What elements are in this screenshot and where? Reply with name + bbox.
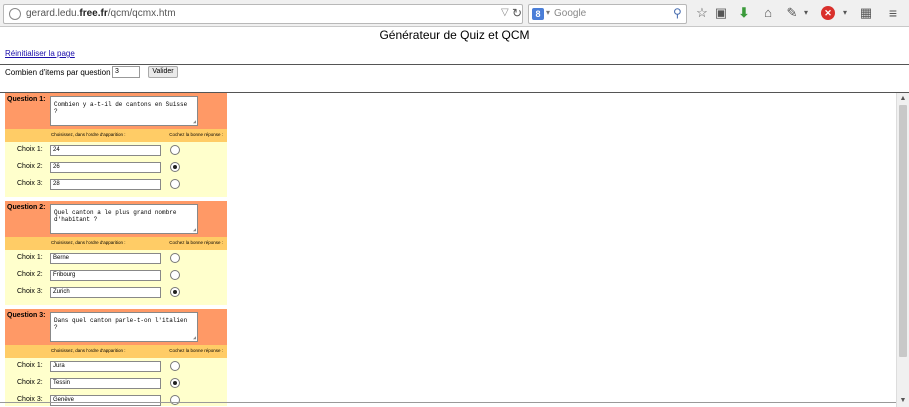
question-header: Question 2: Quel canton a le plus grand … xyxy=(5,201,227,237)
question-textarea[interactable]: Combien y a-t-il de cantons en Suisse ? ◢ xyxy=(50,96,198,126)
question-block: Question 2: Quel canton a le plus grand … xyxy=(5,201,227,305)
correct-answer-radio[interactable] xyxy=(170,361,180,371)
url-dropdown-icon[interactable]: ▽ xyxy=(501,7,509,18)
globe-icon xyxy=(9,8,21,20)
clipboard-icon[interactable]: ▣ xyxy=(713,5,729,21)
question-subheader: Choisissez, dans l'ordre d'apparition : … xyxy=(5,345,227,358)
question-header: Question 3: Dans quel canton parle-t-on … xyxy=(5,309,227,345)
choice-row: Choix 3: Genève xyxy=(5,393,227,406)
choice-label: Choix 2: xyxy=(17,379,43,386)
answer-instruction: Cochez la bonne réponse : xyxy=(169,132,223,137)
correct-answer-radio[interactable] xyxy=(170,145,180,155)
choice-input[interactable]: Jura xyxy=(50,361,161,372)
answer-instruction: Cochez la bonne réponse : xyxy=(169,240,223,245)
browser-toolbar: gerard.ledu.free.fr/qcm/qcmx.htm ▽ ↻ 8 ▾… xyxy=(0,0,909,27)
choice-row: Choix 2: 26 xyxy=(5,160,227,177)
choice-row: Choix 1: Berne xyxy=(5,251,227,268)
url-bar[interactable]: gerard.ledu.free.fr/qcm/qcmx.htm ▽ ↻ xyxy=(3,4,523,24)
correct-answer-radio[interactable] xyxy=(170,179,180,189)
choices-body: Choix 1: Berne Choix 2: Fribourg Choix 3… xyxy=(5,250,227,305)
question-textarea[interactable]: Quel canton a le plus grand nombre d'hab… xyxy=(50,204,198,234)
resize-grip-icon[interactable]: ◢ xyxy=(193,228,196,233)
choice-label: Choix 3: xyxy=(17,288,43,295)
choice-label: Choix 2: xyxy=(17,271,43,278)
question-subheader: Choisissez, dans l'ordre d'apparition : … xyxy=(5,237,227,250)
choice-row: Choix 3: Zurich xyxy=(5,285,227,302)
url-text[interactable]: gerard.ledu.free.fr/qcm/qcmx.htm xyxy=(26,8,176,19)
choice-row: Choix 3: 28 xyxy=(5,177,227,194)
page-title: Générateur de Quiz et QCM xyxy=(379,28,530,42)
correct-answer-radio[interactable] xyxy=(170,162,180,172)
validate-button[interactable]: Valider xyxy=(148,66,178,78)
items-count-label: Combien d'items par question ? xyxy=(5,68,118,77)
question-block: Question 3: Dans quel canton parle-t-on … xyxy=(5,309,227,406)
reset-page-link[interactable]: Réinitialiser la page xyxy=(5,49,75,58)
choice-row: Choix 1: 24 xyxy=(5,143,227,160)
question-subheader: Choisissez, dans l'ordre d'apparition : … xyxy=(5,129,227,142)
home-icon[interactable]: ⌂ xyxy=(760,5,776,21)
divider xyxy=(0,64,909,65)
choices-instruction: Choisissez, dans l'ordre d'apparition : xyxy=(51,132,126,137)
choice-label: Choix 3: xyxy=(17,180,43,187)
blocked-icon[interactable]: ✕ xyxy=(821,6,835,20)
choice-input[interactable]: Tessin xyxy=(50,378,161,389)
choice-input[interactable]: 28 xyxy=(50,179,161,190)
divider xyxy=(0,402,896,403)
reload-icon[interactable]: ↻ xyxy=(512,6,522,20)
scroll-thumb[interactable] xyxy=(899,105,907,357)
choice-row: Choix 2: Fribourg xyxy=(5,268,227,285)
search-input[interactable]: Google xyxy=(554,8,586,19)
choice-label: Choix 2: xyxy=(17,163,43,170)
extension-dropdown-icon[interactable]: ▾ xyxy=(801,5,811,21)
correct-answer-radio[interactable] xyxy=(170,378,180,388)
search-bar[interactable]: 8 ▾ Google ⚲ xyxy=(528,4,687,24)
choice-row: Choix 2: Tessin xyxy=(5,376,227,393)
question-header: Question 1: Combien y a-t-il de cantons … xyxy=(5,93,227,129)
choice-label: Choix 1: xyxy=(17,146,43,153)
choices-instruction: Choisissez, dans l'ordre d'apparition : xyxy=(51,348,126,353)
blocked-dropdown-icon[interactable]: ▾ xyxy=(840,5,850,21)
bookmark-star-icon[interactable]: ☆ xyxy=(694,5,710,21)
download-icon[interactable]: ⬇ xyxy=(736,5,752,21)
extension-icon[interactable]: ✎ xyxy=(784,5,800,21)
question-block: Question 1: Combien y a-t-il de cantons … xyxy=(5,93,227,197)
search-engine-dropdown-icon[interactable]: ▾ xyxy=(546,8,550,17)
choice-label: Choix 1: xyxy=(17,254,43,261)
correct-answer-radio[interactable] xyxy=(170,270,180,280)
question-label: Question 2: xyxy=(7,204,46,211)
question-label: Question 1: xyxy=(7,96,46,103)
answer-instruction: Cochez la bonne réponse : xyxy=(169,348,223,353)
choice-input[interactable]: Zurich xyxy=(50,287,161,298)
choice-label: Choix 1: xyxy=(17,362,43,369)
choice-input[interactable]: Genève xyxy=(50,395,161,406)
choices-instruction: Choisissez, dans l'ordre d'apparition : xyxy=(51,240,126,245)
resize-grip-icon[interactable]: ◢ xyxy=(193,336,196,341)
correct-answer-radio[interactable] xyxy=(170,287,180,297)
hamburger-menu-icon[interactable]: ≡ xyxy=(885,5,901,21)
window-icon[interactable]: ▦ xyxy=(858,5,874,21)
question-textarea[interactable]: Dans quel canton parle-t-on l'italien ? ◢ xyxy=(50,312,198,342)
choice-input[interactable]: Fribourg xyxy=(50,270,161,281)
choice-input[interactable]: 26 xyxy=(50,162,161,173)
choices-body: Choix 1: Jura Choix 2: Tessin Choix 3: G… xyxy=(5,358,227,406)
page-scrollbar[interactable]: ▲ ▼ xyxy=(896,93,909,407)
correct-answer-radio[interactable] xyxy=(170,253,180,263)
choices-body: Choix 1: 24 Choix 2: 26 Choix 3: 28 xyxy=(5,142,227,197)
choice-row: Choix 1: Jura xyxy=(5,359,227,376)
magnifier-icon[interactable]: ⚲ xyxy=(673,6,682,20)
choice-input[interactable]: 24 xyxy=(50,145,161,156)
search-engine-icon[interactable]: 8 xyxy=(532,8,544,20)
resize-grip-icon[interactable]: ◢ xyxy=(193,120,196,125)
scroll-down-arrow-icon[interactable]: ▼ xyxy=(897,395,909,407)
choice-input[interactable]: Berne xyxy=(50,253,161,264)
question-label: Question 3: xyxy=(7,312,46,319)
scroll-up-arrow-icon[interactable]: ▲ xyxy=(897,93,909,105)
items-count-input[interactable]: 3 xyxy=(112,66,140,78)
correct-answer-radio[interactable] xyxy=(170,395,180,405)
